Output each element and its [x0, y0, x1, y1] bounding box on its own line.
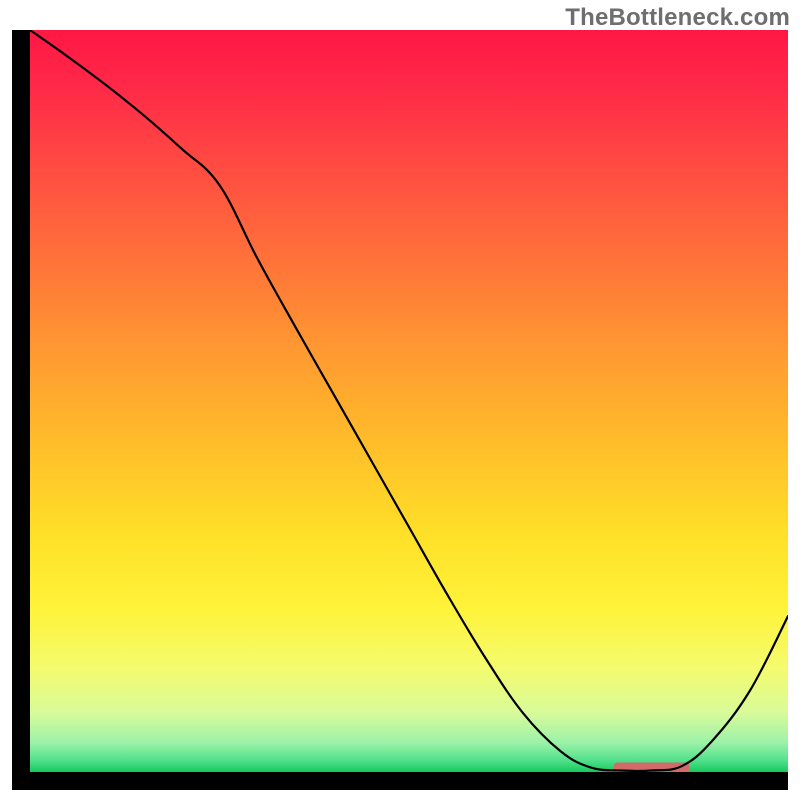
y-axis	[12, 30, 30, 790]
page-root: TheBottleneck.com	[0, 0, 800, 800]
x-axis	[12, 772, 788, 790]
watermark-text: TheBottleneck.com	[565, 4, 790, 32]
plot-background	[30, 30, 788, 772]
chart-frame	[12, 30, 788, 790]
chart-svg	[12, 30, 788, 790]
